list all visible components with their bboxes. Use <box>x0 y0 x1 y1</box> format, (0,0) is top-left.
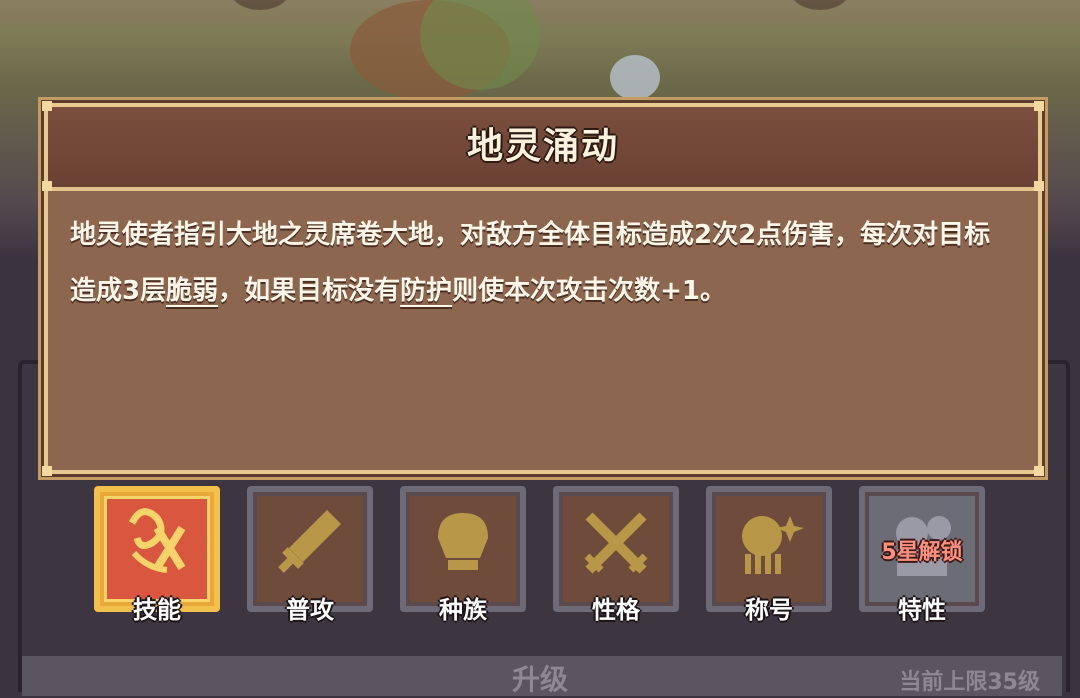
tab-label: 性格 <box>592 596 640 624</box>
tab-label: 种族 <box>439 596 487 624</box>
description-text: ，如果目标没有 <box>218 276 401 306</box>
skill-title: 地灵涌动 <box>466 126 619 167</box>
description-text: 则使本次攻击次数+1。 <box>452 276 727 306</box>
locked-badge: 5星解锁 <box>881 540 963 565</box>
tab-title[interactable]: 称号 <box>706 486 832 624</box>
tab-normal-attack[interactable]: 普攻 <box>247 486 373 624</box>
tab-label: 特性 <box>898 596 946 624</box>
tab-race[interactable]: 种族 <box>400 486 526 624</box>
tab-label: 称号 <box>745 596 793 624</box>
tab-skill[interactable]: 技能 <box>94 486 220 624</box>
keyword-fragile[interactable]: 脆弱 <box>166 276 218 306</box>
keyword-protection[interactable]: 防护 <box>400 276 452 306</box>
sword-icon <box>278 510 341 573</box>
title-icon <box>742 516 804 574</box>
race-icon <box>438 513 488 570</box>
tab-label: 技能 <box>133 596 181 624</box>
tab-label: 普攻 <box>286 596 334 624</box>
skill-icon <box>128 508 186 573</box>
crossed-swords-icon <box>584 512 648 574</box>
level-limit-text: 当前上限35级 <box>899 670 1040 695</box>
skill-description: 地灵使者指引大地之灵席卷大地，对敌方全体目标造成2次2点伤害，每次对目标造成3层… <box>70 207 1010 319</box>
tab-trait[interactable]: 5星解锁 特性 <box>859 486 985 624</box>
tab-personality[interactable]: 性格 <box>553 486 679 624</box>
skill-detail-dialog: 地灵涌动 地灵使者指引大地之灵席卷大地，对敌方全体目标造成2次2点伤害，每次对目… <box>42 101 1044 476</box>
dialog-header: 地灵涌动 <box>48 107 1038 191</box>
tab-bar: 技能 普攻 种族 性格 称号 5星解锁 特性 <box>94 486 994 624</box>
